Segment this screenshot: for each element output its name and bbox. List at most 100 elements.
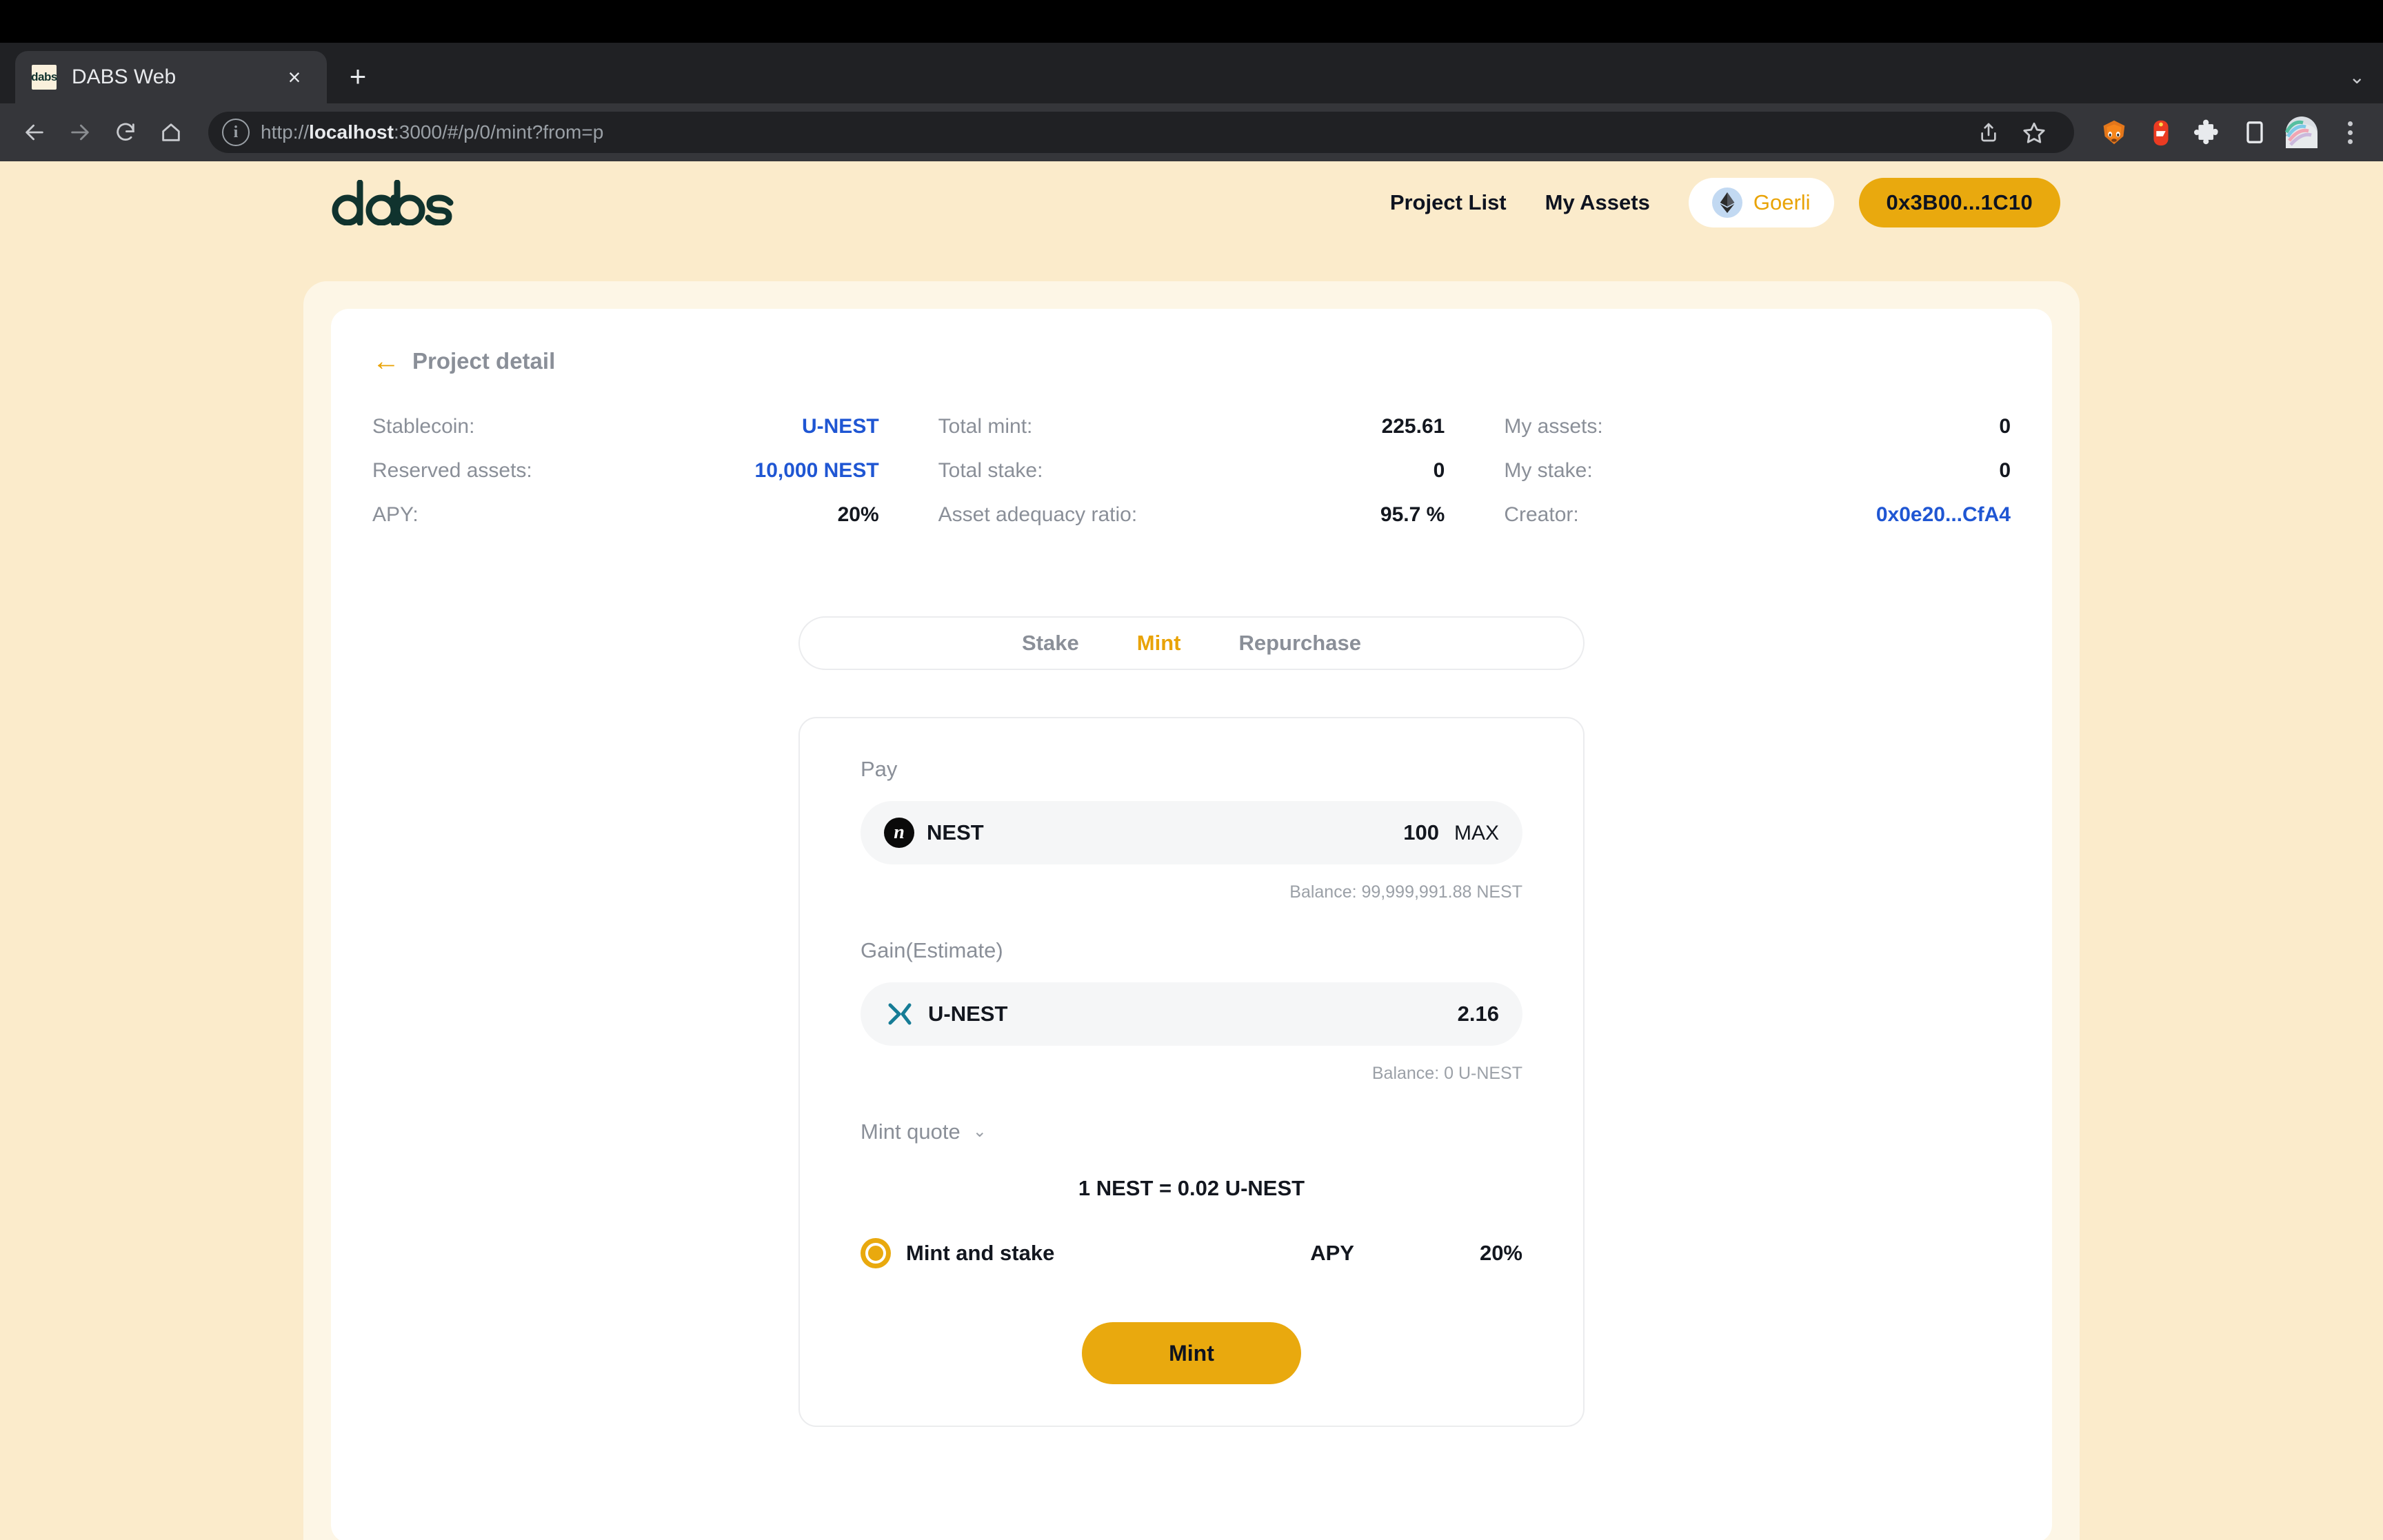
wallet-address-label: 0x3B00...1C10	[1886, 190, 2033, 214]
stat-value: 0	[1433, 459, 1445, 482]
browser-tabstrip: dabs DABS Web × + ⌄	[0, 43, 2383, 103]
favicon-label: dabs	[31, 70, 57, 83]
star-icon[interactable]	[2015, 113, 2053, 152]
gain-balance: Balance: 0 U-NEST	[1371, 1064, 1522, 1083]
browser-window: dabs DABS Web × + ⌄ i http://localhost:3…	[0, 0, 2383, 1540]
mint-quote-label: Mint quote	[861, 1119, 961, 1144]
dabs-logo[interactable]	[331, 179, 454, 226]
stat-value: 0	[1999, 415, 2011, 438]
ethereum-icon	[1711, 188, 1742, 218]
mint-button[interactable]: Mint	[1082, 1322, 1301, 1384]
gain-amount-value: 2.16	[1457, 1002, 1499, 1026]
stat-row: Asset adequacy ratio: 95.7 %	[938, 503, 1445, 547]
stat-row: Total mint: 225.61	[938, 415, 1445, 459]
stat-label: Asset adequacy ratio:	[938, 503, 1138, 526]
stat-label: Total mint:	[938, 415, 1033, 438]
project-stats: Stablecoin: U-NEST Reserved assets: 10,0…	[372, 415, 2011, 547]
omnibox-actions	[1955, 113, 2060, 152]
share-icon[interactable]	[1969, 113, 2008, 152]
url-host: localhost	[309, 121, 394, 143]
stat-label: Stablecoin:	[372, 415, 475, 438]
nav-my-assets[interactable]: My Assets	[1545, 190, 1650, 215]
gain-token-name: U-NEST	[928, 1002, 1008, 1026]
back-arrow-icon[interactable]: ←	[372, 347, 400, 375]
pay-token-name: NEST	[927, 820, 984, 844]
tab-title: DABS Web	[72, 65, 177, 88]
mint-and-stake-label: Mint and stake	[906, 1241, 1055, 1265]
chevron-down-icon[interactable]: ⌄	[2349, 65, 2365, 88]
pay-input-row[interactable]: n NEST 100 MAX	[861, 801, 1522, 864]
stat-value: 10,000 NEST	[754, 459, 879, 482]
network-selector[interactable]: Goerli	[1688, 178, 1834, 227]
gain-output-row: U-NEST 2.16	[861, 982, 1522, 1046]
url-scheme: http://	[261, 121, 310, 143]
site-header: Project List My Assets Goerli 0x3B00...1…	[0, 161, 2383, 244]
sidepanel-icon[interactable]	[2237, 114, 2273, 150]
stat-row: Stablecoin: U-NEST	[372, 415, 879, 459]
pay-balance: Balance: 99,999,991.88 NEST	[1289, 882, 1522, 902]
page-title: Project detail	[412, 348, 556, 374]
stat-label: Total stake:	[938, 459, 1043, 482]
unest-token-icon	[884, 998, 916, 1030]
back-icon[interactable]	[15, 113, 54, 152]
mint-and-stake-option[interactable]: Mint and stake APY 20%	[861, 1238, 1522, 1268]
page-viewport: Project List My Assets Goerli 0x3B00...1…	[0, 161, 2383, 1540]
nav-project-list[interactable]: Project List	[1390, 190, 1507, 215]
content-panel: ← Project detail Stablecoin: U-NEST Rese…	[303, 281, 2080, 1540]
reload-icon[interactable]	[106, 113, 145, 152]
wallet-address-button[interactable]: 0x3B00...1C10	[1858, 178, 2060, 227]
mint-quote-toggle[interactable]: Mint quote ⌄	[861, 1119, 1522, 1144]
profile-avatar-icon[interactable]	[2284, 114, 2320, 150]
stat-row: Creator: 0x0e20...CfA4	[1504, 503, 2011, 547]
stat-label: Creator:	[1504, 503, 1579, 526]
forward-icon[interactable]	[61, 113, 99, 152]
stat-row: My stake: 0	[1504, 459, 2011, 503]
action-tabs: Stake Mint Repurchase	[798, 616, 1585, 670]
breadcrumb[interactable]: ← Project detail	[372, 347, 2011, 375]
pay-label: Pay	[861, 757, 898, 781]
pay-amount-group: 100 MAX	[1403, 820, 1499, 845]
home-icon[interactable]	[152, 113, 190, 152]
apy-value: 20%	[1479, 1241, 1522, 1265]
creator-address-link[interactable]: 0x0e20...CfA4	[1876, 503, 2011, 527]
site-info-icon[interactable]: i	[222, 119, 250, 146]
gain-token-selector: U-NEST	[884, 998, 1007, 1030]
stat-value: 225.61	[1381, 415, 1445, 438]
stat-row: My assets: 0	[1504, 415, 2011, 459]
new-tab-icon[interactable]: +	[336, 55, 379, 98]
puzzle-piece-icon[interactable]	[2190, 114, 2226, 150]
url-text: http://localhost:3000/#/p/0/mint?from=p	[261, 121, 603, 143]
tab-repurchase[interactable]: Repurchase	[1238, 631, 1360, 656]
metamask-fox-icon[interactable]	[2096, 114, 2132, 150]
chevron-down-icon[interactable]: ⌄	[973, 1124, 987, 1140]
main-nav: Project List My Assets Goerli 0x3B00...1…	[1390, 178, 2383, 227]
window-titlebar	[0, 0, 2383, 43]
gain-label: Gain(Estimate)	[861, 938, 1003, 962]
pay-token-selector[interactable]: n NEST	[884, 818, 984, 848]
browser-tab[interactable]: dabs DABS Web ×	[15, 51, 327, 103]
stat-label: Reserved assets:	[372, 459, 532, 482]
project-detail-card: ← Project detail Stablecoin: U-NEST Rese…	[331, 309, 2052, 1540]
nest-token-icon: n	[884, 818, 914, 848]
close-icon[interactable]: ×	[279, 61, 310, 93]
stats-column-1: Stablecoin: U-NEST Reserved assets: 10,0…	[372, 415, 879, 547]
tab-stake[interactable]: Stake	[1022, 631, 1079, 656]
stat-label: My assets:	[1504, 415, 1603, 438]
stat-label: APY:	[372, 503, 419, 526]
radio-selected-icon[interactable]	[861, 1238, 891, 1268]
max-button[interactable]: MAX	[1454, 822, 1499, 845]
stat-value: U-NEST	[801, 415, 879, 438]
browser-toolbar: i http://localhost:3000/#/p/0/mint?from=…	[0, 103, 2383, 161]
stat-row: Total stake: 0	[938, 459, 1445, 503]
fire-hydrant-icon[interactable]	[2143, 114, 2179, 150]
address-bar[interactable]: i http://localhost:3000/#/p/0/mint?from=…	[208, 112, 2074, 153]
kebab-menu-icon[interactable]	[2332, 114, 2368, 150]
stat-row: APY: 20%	[372, 503, 879, 547]
tab-mint[interactable]: Mint	[1137, 631, 1181, 656]
extension-icons	[2085, 114, 2368, 150]
stat-value: 0	[1999, 459, 2011, 482]
pay-amount-input[interactable]: 100	[1403, 820, 1439, 845]
stats-column-2: Total mint: 225.61 Total stake: 0 Asset …	[938, 415, 1445, 547]
url-path: :3000/#/p/0/mint?from=p	[393, 121, 604, 143]
gain-amount-group: 2.16	[1458, 1002, 1499, 1026]
